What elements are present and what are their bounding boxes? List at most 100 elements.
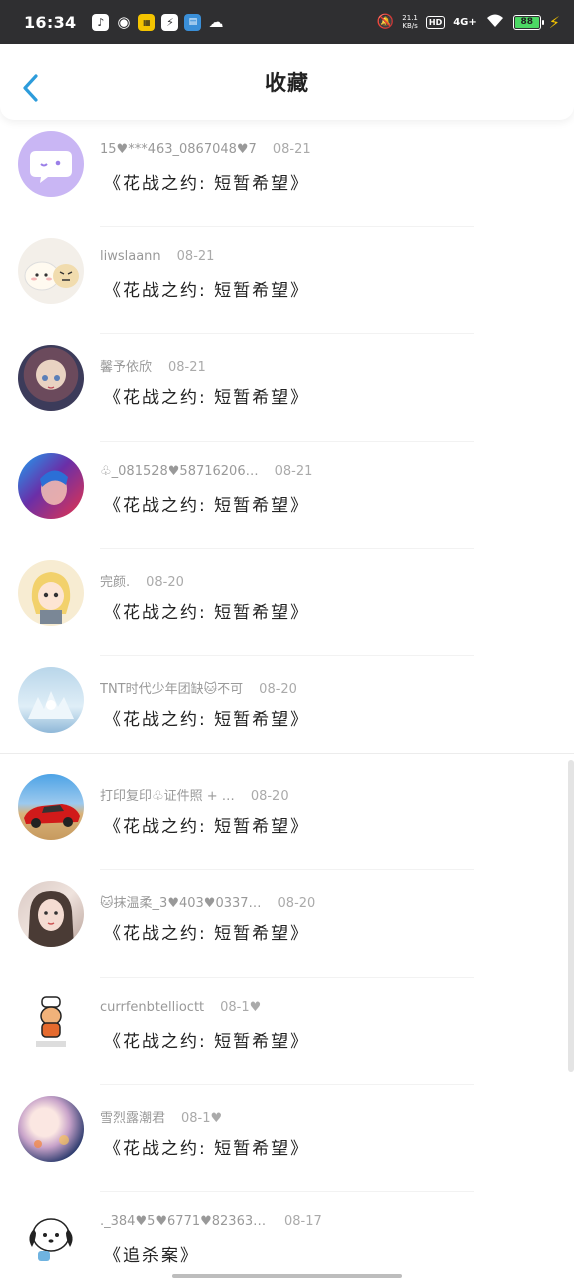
page-title: 收藏 bbox=[265, 71, 309, 95]
chevron-left-icon bbox=[23, 74, 38, 102]
item-date: 08-20 bbox=[146, 574, 184, 590]
item-date: 08-21 bbox=[168, 360, 206, 376]
item-meta: 雪烈露潮君 08-1♥ bbox=[100, 1107, 222, 1126]
avatar[interactable] bbox=[18, 452, 84, 519]
avatar[interactable] bbox=[18, 345, 84, 412]
avatar[interactable] bbox=[18, 988, 84, 1055]
item-meta: 15♥***463_0867048♥7 08-21 bbox=[100, 142, 311, 157]
list-item[interactable]: 完颜. 08-20 《花战之约: 短暂希望》 bbox=[0, 549, 574, 656]
chat-bubble-icon bbox=[30, 151, 72, 183]
favorites-list: 15♥***463_0867048♥7 08-21 《花战之约: 短暂希望》 l… bbox=[0, 120, 574, 1280]
list-item[interactable]: 打印复印♧证件照 + … 08-20 《花战之约: 短暂希望》 bbox=[0, 763, 574, 871]
user-name: 雪烈露潮君 bbox=[100, 1110, 166, 1126]
hd-badge: HD bbox=[425, 15, 446, 29]
header: 收藏 bbox=[0, 44, 574, 120]
cloud-icon: ☁ bbox=[208, 13, 224, 31]
item-title[interactable]: 《花战之约: 短暂希望》 bbox=[104, 383, 309, 408]
red-car-icon bbox=[24, 804, 80, 829]
item-meta: ♧_081528♥58716206… 08-21 bbox=[100, 464, 312, 479]
signal-icon: 4G+ bbox=[453, 16, 477, 28]
item-date: 08-1♥ bbox=[220, 999, 262, 1015]
item-date: 08-20 bbox=[277, 896, 316, 912]
app-icon: ▤ bbox=[184, 13, 202, 31]
avatar[interactable] bbox=[18, 1202, 84, 1269]
app-icon: ▦ bbox=[138, 13, 156, 31]
avatar[interactable] bbox=[18, 1095, 84, 1162]
item-meta: 打印复印♧证件照 + … 08-20 bbox=[100, 785, 289, 804]
fantasy-art-icon bbox=[34, 1134, 69, 1148]
item-date: 08-17 bbox=[284, 1213, 322, 1229]
user-name: liwslaann bbox=[100, 249, 161, 265]
item-title[interactable]: 《花战之约: 短暂希望》 bbox=[104, 169, 309, 194]
item-meta: 馨予依欣 08-21 bbox=[100, 356, 206, 375]
item-date: 08-20 bbox=[259, 681, 297, 697]
avatar[interactable] bbox=[18, 238, 84, 305]
battery-icon: 88 bbox=[512, 14, 544, 30]
bell-off-icon: 🔕 bbox=[376, 14, 395, 30]
item-date: 08-21 bbox=[272, 142, 311, 157]
ice-scene-icon bbox=[28, 690, 74, 719]
item-date: 08-21 bbox=[176, 249, 215, 265]
item-title[interactable]: 《花战之约: 短暂希望》 bbox=[104, 491, 309, 516]
user-name: TNT时代少年团缺🐱不可 bbox=[100, 681, 244, 697]
flash-icon: ⚡ bbox=[161, 13, 179, 31]
user-name: 馨予依欣 bbox=[100, 360, 153, 376]
status-time: 16:34 bbox=[24, 12, 77, 32]
user-name: currfenbtellioctt bbox=[100, 999, 205, 1015]
item-meta: 完颜. 08-20 bbox=[100, 571, 184, 590]
avatar[interactable] bbox=[18, 666, 84, 733]
list-item[interactable]: currfenbtellioctt 08-1♥ 《花战之约: 短暂希望》 bbox=[0, 978, 574, 1085]
weibo-icon: ◉ bbox=[117, 13, 131, 31]
avatar[interactable] bbox=[18, 881, 84, 948]
item-title[interactable]: 《花战之约: 短暂希望》 bbox=[104, 919, 309, 944]
list-item[interactable]: 雪烈露潮君 08-1♥ 《花战之约: 短暂希望》 bbox=[0, 1085, 574, 1192]
anime-girl-icon bbox=[42, 375, 60, 389]
wifi-icon bbox=[485, 13, 505, 32]
avatar[interactable] bbox=[18, 774, 84, 841]
user-name: ♧_081528♥58716206… bbox=[100, 463, 259, 479]
back-button[interactable] bbox=[18, 72, 46, 104]
net-speed: 21.1 KB/s bbox=[402, 14, 418, 30]
item-meta: liwslaann 08-21 bbox=[100, 249, 214, 264]
avatar[interactable] bbox=[18, 131, 84, 197]
list-item[interactable]: liwslaann 08-21 《花战之约: 短暂希望》 bbox=[0, 227, 574, 335]
girl-photo-icon bbox=[28, 891, 74, 948]
item-title[interactable]: 《花战之约: 短暂希望》 bbox=[104, 812, 309, 837]
item-title[interactable]: 《花战之约: 短暂希望》 bbox=[104, 1134, 309, 1159]
home-indicator[interactable] bbox=[172, 1274, 402, 1278]
avatar[interactable] bbox=[18, 559, 84, 626]
list-item[interactable]: 馨予依欣 08-21 《花战之约: 短暂希望》 bbox=[0, 334, 574, 442]
user-name: ._384♥5♥6771♥8236387 bbox=[100, 1213, 268, 1229]
scrollbar[interactable] bbox=[568, 760, 574, 1072]
item-title[interactable]: 《追杀案》 bbox=[104, 1241, 199, 1266]
list-item[interactable]: TNT时代少年团缺🐱不可 08-20 《花战之约: 短暂希望》 bbox=[0, 656, 574, 763]
user-name: 15♥***463_0867048♥7 bbox=[100, 142, 257, 157]
item-title[interactable]: 《花战之约: 短暂希望》 bbox=[104, 1027, 309, 1052]
list-item[interactable]: ♧_081528♥58716206… 08-21 《花战之约: 短暂希望》 bbox=[0, 442, 574, 549]
portrait-icon bbox=[40, 470, 68, 505]
charging-icon: ⚡ bbox=[548, 12, 560, 32]
item-date: 08-20 bbox=[250, 789, 289, 805]
mochi-icon bbox=[24, 261, 79, 291]
item-title[interactable]: 《花战之约: 短暂希望》 bbox=[104, 598, 309, 623]
user-name: 🐱抹温柔_3♥403♥0337… bbox=[100, 896, 262, 912]
section-divider bbox=[0, 753, 574, 754]
item-title[interactable]: 《花战之约: 短暂希望》 bbox=[104, 705, 309, 730]
item-date: 08-21 bbox=[274, 463, 313, 479]
item-meta: TNT时代少年团缺🐱不可 08-20 bbox=[100, 678, 297, 697]
battery-level: 88 bbox=[514, 16, 539, 28]
status-bar: 16:34 ♪ ◉ ▦ ⚡ ▤ ☁ 🔕 21.1 KB/s HD 4G+ 88 … bbox=[0, 0, 574, 44]
item-meta: currfenbtellioctt 08-1♥ bbox=[100, 1000, 261, 1015]
pochacco-icon bbox=[29, 1218, 73, 1261]
cartoon-girl-icon bbox=[31, 571, 71, 624]
item-meta: 🐱抹温柔_3♥403♥0337… 08-20 bbox=[100, 892, 315, 911]
item-title[interactable]: 《花战之约: 短暂希望》 bbox=[104, 276, 309, 301]
tiktok-icon: ♪ bbox=[92, 13, 110, 31]
list-item[interactable]: ._384♥5♥6771♥8236387 08-17 《追杀案》 bbox=[0, 1192, 574, 1280]
item-date: 08-1♥ bbox=[181, 1110, 223, 1126]
chef-cartoon-icon bbox=[36, 995, 66, 1047]
user-name: 完颜. bbox=[100, 574, 131, 590]
user-name: 打印复印♧证件照 + … bbox=[100, 789, 235, 805]
list-item[interactable]: 15♥***463_0867048♥7 08-21 《花战之约: 短暂希望》 bbox=[0, 120, 574, 228]
list-item[interactable]: 🐱抹温柔_3♥403♥0337… 08-20 《花战之约: 短暂希望》 bbox=[0, 870, 574, 978]
